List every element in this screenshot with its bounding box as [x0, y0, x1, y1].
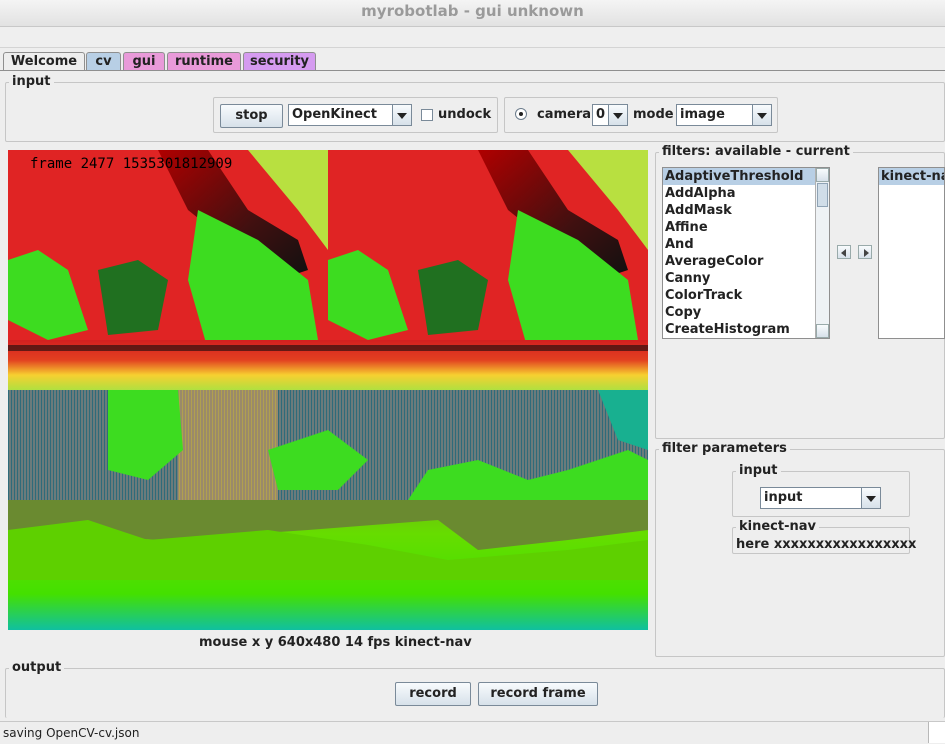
camera-label: camera — [537, 107, 592, 122]
output-group: output — [5, 660, 945, 718]
available-filter-item[interactable]: CreateHistogram — [663, 321, 829, 338]
tab-label: runtime — [175, 54, 233, 69]
current-filter-item[interactable]: kinect-nav — [879, 168, 944, 185]
tab-label: cv — [95, 54, 112, 69]
add-filter-button[interactable] — [858, 245, 872, 259]
tab-label: security — [249, 54, 310, 69]
available-filter-item[interactable]: ColorTrack — [663, 287, 829, 304]
chevron-down-icon[interactable] — [608, 105, 627, 125]
depth-image — [8, 150, 648, 630]
undock-label: undock — [438, 107, 492, 122]
arrow-left-icon — [841, 249, 846, 257]
tab-label: Welcome — [10, 54, 78, 69]
tab-welcome[interactable]: Welcome — [3, 52, 85, 70]
camera-index-value: 0 — [596, 107, 606, 122]
available-filter-item[interactable]: Affine — [663, 219, 829, 236]
resize-grip[interactable] — [928, 722, 945, 743]
input-legend: input — [9, 74, 54, 89]
filters-legend: filters: available - current — [659, 144, 853, 159]
input-param-legend: input — [736, 463, 781, 478]
kinect-param-legend: kinect-nav — [736, 519, 819, 534]
available-filter-item[interactable]: AddAlpha — [663, 185, 829, 202]
tab-divider — [0, 70, 945, 71]
frame-overlay-text: frame 2477 1535301812909 — [30, 156, 233, 172]
mode-select[interactable]: image — [676, 104, 772, 126]
available-filters-list[interactable]: AdaptiveThreshold AddAlpha AddMask Affine An… — [662, 167, 830, 339]
scroll-up-icon[interactable] — [816, 168, 829, 182]
status-bar: saving OpenCV-cv.json — [0, 721, 945, 744]
input-param-value: input — [764, 490, 803, 505]
arrow-right-icon — [864, 249, 869, 257]
list-scrollbar[interactable] — [815, 168, 829, 338]
video-status: mouse x y 640x480 14 fps kinect-nav — [199, 635, 472, 650]
available-filter-item[interactable]: AdaptiveThreshold — [663, 168, 829, 185]
mode-label: mode — [633, 107, 674, 122]
available-filter-item[interactable]: Copy — [663, 304, 829, 321]
tab-security[interactable]: security — [243, 52, 316, 70]
status-text: saving OpenCV-cv.json — [3, 726, 140, 740]
camera-radio[interactable] — [515, 108, 527, 120]
radio-dot-icon — [519, 112, 523, 116]
remove-filter-button[interactable] — [837, 245, 851, 259]
kinect-param-text: here xxxxxxxxxxxxxxxxx — [736, 537, 917, 552]
video-display[interactable]: frame 2477 1535301812909 — [8, 150, 648, 630]
record-frame-button[interactable]: record frame — [478, 682, 598, 706]
window-title-bar: myrobotlab - gui unknown — [0, 0, 945, 27]
grabber-value: OpenKinect — [292, 107, 377, 122]
window-title: myrobotlab - gui unknown — [361, 2, 584, 20]
available-filter-item[interactable]: AverageColor — [663, 253, 829, 270]
mode-value: image — [680, 107, 725, 122]
output-legend: output — [9, 660, 65, 675]
available-filter-item[interactable]: And — [663, 236, 829, 253]
available-filter-item[interactable]: AddMask — [663, 202, 829, 219]
filter-parameters-legend: filter parameters — [659, 441, 790, 456]
tab-runtime[interactable]: runtime — [167, 52, 241, 70]
tab-gui[interactable]: gui — [123, 52, 165, 70]
camera-index-select[interactable]: 0 — [592, 104, 628, 126]
tab-label: gui — [132, 54, 156, 69]
current-filters-list[interactable]: kinect-nav — [878, 167, 945, 339]
record-button[interactable]: record — [395, 682, 471, 706]
scroll-down-icon[interactable] — [816, 324, 829, 338]
chevron-down-icon[interactable] — [392, 105, 411, 125]
stop-button[interactable]: stop — [220, 104, 283, 128]
scroll-thumb[interactable] — [817, 183, 828, 207]
available-filter-item[interactable]: Canny — [663, 270, 829, 287]
grabber-select[interactable]: OpenKinect — [288, 104, 412, 126]
chevron-down-icon[interactable] — [752, 105, 771, 125]
input-param-select[interactable]: input — [760, 487, 881, 509]
undock-checkbox[interactable] — [421, 109, 433, 121]
menu-bar — [0, 27, 945, 48]
chevron-down-icon[interactable] — [861, 488, 880, 508]
tab-cv[interactable]: cv — [86, 52, 121, 70]
